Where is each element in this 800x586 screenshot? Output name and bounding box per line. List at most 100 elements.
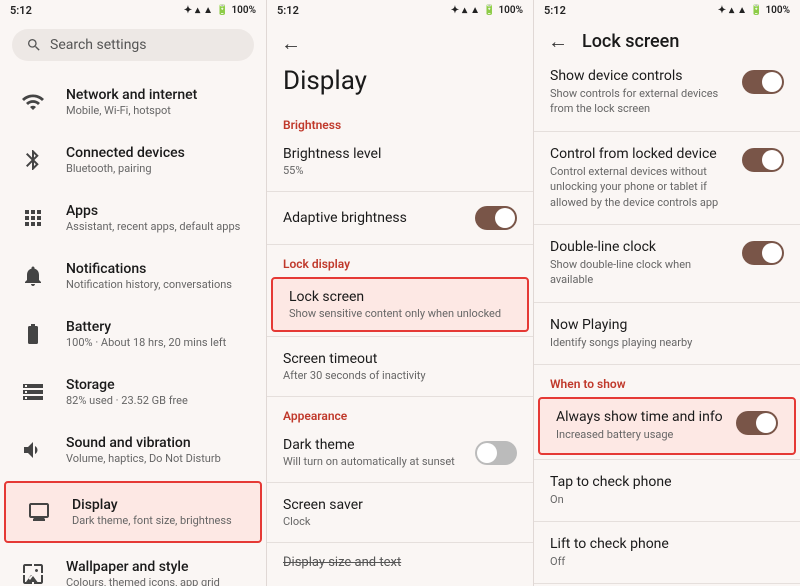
toggle-adaptive[interactable] bbox=[475, 206, 517, 230]
settings-item-sound[interactable]: Sound and vibration Volume, haptics, Do … bbox=[0, 421, 266, 479]
d-title-lockscreen: Lock screen bbox=[289, 289, 501, 305]
toggle-thumb-doublelineclock bbox=[762, 243, 782, 263]
settings-item-storage[interactable]: Storage 82% used · 23.52 GB free bbox=[0, 363, 266, 421]
display-item-timeout: Screen timeout After 30 seconds of inact… bbox=[267, 341, 533, 392]
item-title-storage: Storage bbox=[66, 377, 188, 393]
divider bbox=[534, 131, 800, 132]
item-text-network: Network and internet Mobile, Wi-Fi, hots… bbox=[66, 87, 197, 117]
bluetooth-icon bbox=[14, 141, 52, 179]
wifi-icon-3: ▴ bbox=[729, 5, 734, 16]
settings-item-network[interactable]: Network and internet Mobile, Wi-Fi, hots… bbox=[0, 73, 266, 131]
status-bar-3: 5:12 ✦ ▴ ▲ 🔋 100% bbox=[534, 0, 800, 21]
lock-item-alwaysshow[interactable]: Always show time and info Increased batt… bbox=[538, 397, 796, 454]
display-item-lockscreen: Lock screen Show sensitive content only … bbox=[271, 277, 529, 332]
d-text-brightness: Brightness level 55% bbox=[283, 146, 381, 177]
section-label-brightness: Brightness bbox=[267, 110, 533, 136]
lock-item-lifttocheck: Lift to check phone Off bbox=[534, 526, 800, 579]
toggle-devicecontrols[interactable] bbox=[742, 70, 784, 94]
bt-icon-2: ✦ bbox=[451, 5, 459, 16]
battery-pct-2: 100% bbox=[498, 5, 523, 16]
divider bbox=[267, 191, 533, 192]
item-title-apps: Apps bbox=[66, 203, 240, 219]
back-button-display[interactable]: ← bbox=[267, 21, 533, 60]
divider bbox=[534, 521, 800, 522]
l-text-devicecontrols: Show device controls Show controls for e… bbox=[550, 68, 734, 117]
item-text-notifications: Notifications Notification history, conv… bbox=[66, 261, 232, 291]
battery-icon-3: 🔋 bbox=[750, 5, 762, 16]
wifi-icon-2: ▴ bbox=[462, 5, 467, 16]
display-item-darktheme[interactable]: Dark theme Will turn on automatically at… bbox=[267, 427, 533, 478]
settings-list: Network and internet Mobile, Wi-Fi, hots… bbox=[0, 73, 266, 586]
d-text-darktheme: Dark theme Will turn on automatically at… bbox=[283, 437, 455, 468]
status-icons-1: ✦ ▴ ▲ 🔋 100% bbox=[184, 5, 256, 16]
l-text-nowplaying: Now Playing Identify songs playing nearb… bbox=[550, 317, 692, 350]
time-1: 5:12 bbox=[10, 4, 32, 17]
d-title-screensaver: Screen saver bbox=[283, 497, 363, 513]
lock-item-devicecontrols[interactable]: Show device controls Show controls for e… bbox=[534, 58, 800, 127]
status-icons-2: ✦ ▴ ▲ 🔋 100% bbox=[451, 5, 523, 16]
settings-item-display[interactable]: Display Dark theme, font size, brightnes… bbox=[4, 481, 262, 543]
battery-icon bbox=[14, 315, 52, 353]
l-title-doublelineclock: Double-line clock bbox=[550, 239, 734, 255]
item-subtitle-wallpaper: Colours, themed icons, app grid bbox=[66, 576, 220, 586]
l-sub-lifttocheck: Off bbox=[550, 554, 669, 569]
l-title-nowplaying: Now Playing bbox=[550, 317, 692, 333]
lock-item-taptocheck: Tap to check phone On bbox=[534, 464, 800, 517]
d-sub-timeout: After 30 seconds of inactivity bbox=[283, 369, 426, 382]
toggle-controlfromlocked[interactable] bbox=[742, 148, 784, 172]
toggle-thumb-darktheme bbox=[477, 443, 497, 463]
d-title-darktheme: Dark theme bbox=[283, 437, 455, 453]
d-sub-screensaver: Clock bbox=[283, 515, 363, 528]
panel-settings: 5:12 ✦ ▴ ▲ 🔋 100% Search settings Networ… bbox=[0, 0, 267, 586]
battery-pct: 100% bbox=[231, 5, 256, 16]
item-title-display: Display bbox=[72, 497, 232, 513]
d-sub-brightness: 55% bbox=[283, 164, 381, 177]
l-title-alwaysshow: Always show time and info bbox=[556, 409, 723, 425]
sound-icon bbox=[14, 431, 52, 469]
d-text-lockscreen: Lock screen Show sensitive content only … bbox=[289, 289, 501, 320]
l-title-devicecontrols: Show device controls bbox=[550, 68, 734, 84]
d-text-adaptive: Adaptive brightness bbox=[283, 210, 407, 226]
item-text-apps: Apps Assistant, recent apps, default app… bbox=[66, 203, 240, 233]
search-icon bbox=[26, 37, 42, 53]
toggle-doublelineclock[interactable] bbox=[742, 241, 784, 265]
toggle-darktheme[interactable] bbox=[475, 441, 517, 465]
settings-item-connected[interactable]: Connected devices Bluetooth, pairing bbox=[0, 131, 266, 189]
when-to-show-label: When to show bbox=[534, 369, 800, 395]
panel-lockscreen: 5:12 ✦ ▴ ▲ 🔋 100% ← Lock screen Show dev… bbox=[534, 0, 800, 586]
back-button-lock[interactable]: ← bbox=[548, 29, 568, 54]
wallpaper-icon bbox=[14, 555, 52, 586]
storage-icon bbox=[14, 373, 52, 411]
battery-pct-3: 100% bbox=[765, 5, 790, 16]
display-item-adaptive[interactable]: Adaptive brightness bbox=[267, 196, 533, 240]
lock-item-nowplaying: Now Playing Identify songs playing nearb… bbox=[534, 307, 800, 360]
settings-item-apps[interactable]: Apps Assistant, recent apps, default app… bbox=[0, 189, 266, 247]
divider bbox=[534, 224, 800, 225]
l-sub-doublelineclock: Show double-line clock when available bbox=[550, 257, 734, 288]
l-sub-taptocheck: On bbox=[550, 492, 672, 507]
settings-item-wallpaper[interactable]: Wallpaper and style Colours, themed icon… bbox=[0, 545, 266, 586]
display-sections: Brightness Brightness level 55% Adaptive… bbox=[267, 110, 533, 543]
item-title-network: Network and internet bbox=[66, 87, 197, 103]
divider bbox=[534, 364, 800, 365]
l-text-doublelineclock: Double-line clock Show double-line clock… bbox=[550, 239, 734, 288]
item-text-connected: Connected devices Bluetooth, pairing bbox=[66, 145, 185, 175]
item-text-storage: Storage 82% used · 23.52 GB free bbox=[66, 377, 188, 407]
item-subtitle-display: Dark theme, font size, brightness bbox=[72, 514, 232, 527]
item-title-sound: Sound and vibration bbox=[66, 435, 221, 451]
toggle-alwaysshow[interactable] bbox=[736, 411, 778, 435]
toggle-thumb-alwaysshow bbox=[756, 413, 776, 433]
display-bottom: Display size and text bbox=[267, 547, 533, 578]
search-placeholder: Search settings bbox=[50, 37, 147, 53]
settings-item-notifications[interactable]: Notifications Notification history, conv… bbox=[0, 247, 266, 305]
item-subtitle-sound: Volume, haptics, Do Not Disturb bbox=[66, 452, 221, 465]
lock-item-doublelineclock[interactable]: Double-line clock Show double-line clock… bbox=[534, 229, 800, 298]
lock-content: Show device controls Show controls for e… bbox=[534, 58, 800, 586]
d-sub-lockscreen: Show sensitive content only when unlocke… bbox=[289, 307, 501, 320]
divider bbox=[267, 542, 533, 543]
l-sub-devicecontrols: Show controls for external devices from … bbox=[550, 86, 734, 117]
settings-item-battery[interactable]: Battery 100% · About 18 hrs, 20 mins lef… bbox=[0, 305, 266, 363]
item-title-wallpaper: Wallpaper and style bbox=[66, 559, 220, 575]
search-bar[interactable]: Search settings bbox=[12, 29, 254, 61]
lock-item-controlfromlocked[interactable]: Control from locked device Control exter… bbox=[534, 136, 800, 220]
